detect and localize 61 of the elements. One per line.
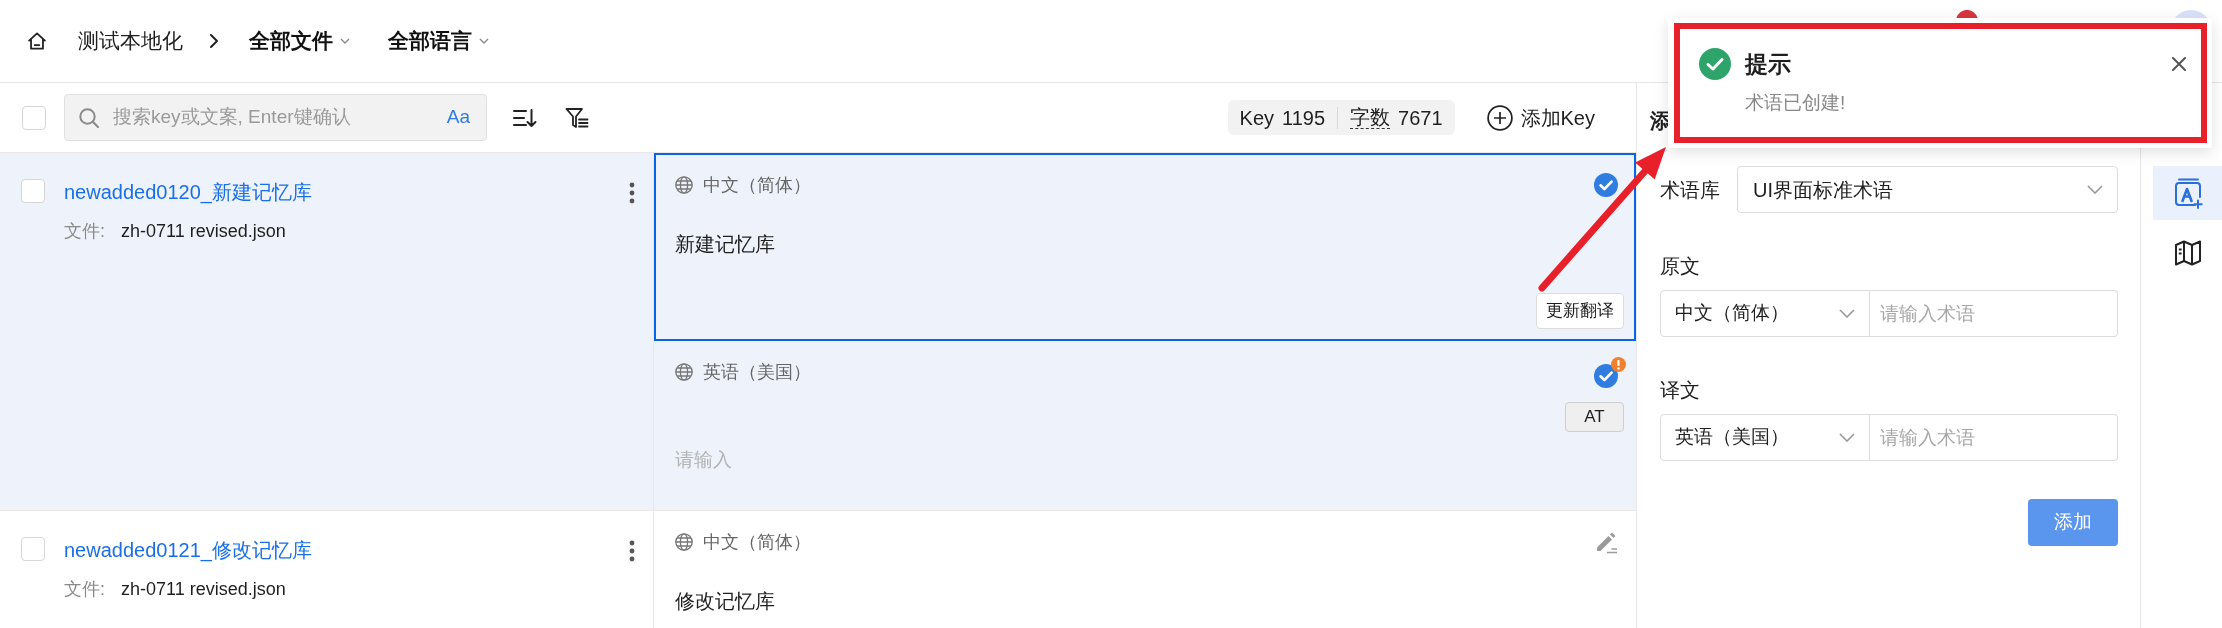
add-key-button[interactable]: 添加Key <box>1486 102 1595 133</box>
select-all-checkbox[interactable] <box>22 105 46 130</box>
stat-label: 字数 <box>1350 106 1391 129</box>
translation-text: 新建记忆库 <box>675 232 776 257</box>
book-letter-icon <box>2172 177 2203 209</box>
chevron-right-icon <box>209 33 219 49</box>
field-label: 译文 <box>1660 378 1701 403</box>
filter-icon[interactable] <box>565 106 589 129</box>
auto-translate-button[interactable]: AT <box>1565 402 1624 432</box>
file-label: 文件: <box>64 220 105 243</box>
sort-icon[interactable] <box>513 107 537 128</box>
translation-card[interactable]: 中文（简体） 新建记忆库 更新翻译 <box>654 153 1636 341</box>
language-select[interactable]: 中文（简体） <box>1660 290 1870 337</box>
search-field[interactable]: 搜索key或文案, Enter键确认 Aa <box>64 94 487 141</box>
more-icon[interactable] <box>629 182 635 204</box>
key-link[interactable]: newadded0120_新建记忆库 <box>64 179 312 205</box>
termbase-select[interactable]: UI界面标准术语 <box>1737 166 2118 213</box>
home-icon[interactable] <box>28 32 46 50</box>
caret-down-icon <box>340 38 350 44</box>
language-label: 中文（简体） <box>703 173 811 197</box>
filter-dropdown[interactable]: 全部文件 <box>249 25 350 57</box>
plus-circle-icon <box>1486 104 1513 131</box>
translation-input[interactable]: 请输入 <box>675 446 1624 474</box>
toast-message: 术语已创建! <box>1745 91 1846 115</box>
globe-icon <box>675 363 693 381</box>
file-name: zh-0711 revised.json <box>121 578 286 601</box>
globe-icon <box>675 176 693 194</box>
key-link[interactable]: newadded0121_修改记忆库 <box>64 537 312 563</box>
globe-icon <box>675 533 693 551</box>
match-case-toggle[interactable]: Aa <box>446 103 470 132</box>
check-circle-icon <box>1699 48 1731 80</box>
more-icon[interactable] <box>629 540 635 562</box>
language-label: 中文（简体） <box>703 530 811 554</box>
entry-row[interactable]: newadded0120_新建记忆库 文件: zh-0711 revised.json 中文（简体） 新建记忆库 更新翻译 英语（美国） AT 请输入 <box>0 153 1636 511</box>
toast-title: 提示 <box>1745 50 1792 78</box>
language-label: 英语（美国） <box>703 360 811 384</box>
caret-down-icon <box>479 38 489 44</box>
breadcrumb-link[interactable]: 测试本地化 <box>78 25 183 57</box>
translation-card[interactable]: 中文（简体） 修改记忆库 <box>654 511 1636 628</box>
translation-card[interactable]: 英语（美国） AT 请输入 <box>654 341 1636 510</box>
row-checkbox[interactable] <box>21 179 45 203</box>
stat-value: 1195 <box>1282 105 1326 131</box>
chevron-down-icon <box>1839 309 1855 318</box>
term-input[interactable]: 请输入术语 <box>1870 414 2118 461</box>
language-select[interactable]: 英语（美国） <box>1660 414 1870 461</box>
field-label: 原文 <box>1660 254 1701 279</box>
filter-dropdown[interactable]: 全部语言 <box>388 25 489 57</box>
close-icon[interactable] <box>2172 57 2186 71</box>
row-checkbox[interactable] <box>21 537 45 561</box>
file-label: 文件: <box>64 578 105 601</box>
field-label: 术语库 <box>1660 177 1721 203</box>
stat-value: 7671 <box>1398 105 1443 131</box>
chevron-down-icon <box>1839 433 1855 442</box>
map-icon <box>2173 239 2202 267</box>
stat-label: Key <box>1239 105 1274 131</box>
search-icon <box>79 107 99 128</box>
translation-text: 修改记忆库 <box>675 589 776 614</box>
file-name: zh-0711 revised.json <box>121 220 286 243</box>
update-translation-button[interactable]: 更新翻译 <box>1536 293 1624 329</box>
term-input[interactable]: 请输入术语 <box>1870 290 2118 337</box>
chevron-down-icon <box>2087 185 2103 194</box>
